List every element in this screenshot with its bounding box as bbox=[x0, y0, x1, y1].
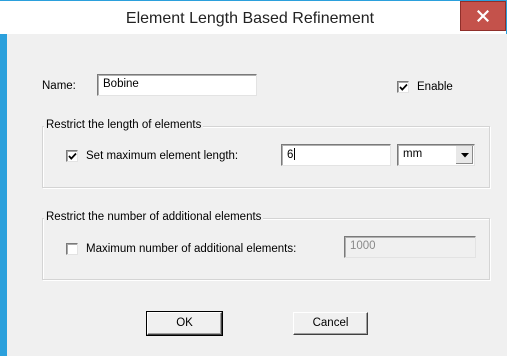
enable-checkbox[interactable] bbox=[397, 81, 409, 93]
max-number-checkbox[interactable] bbox=[66, 243, 78, 255]
max-length-checkbox[interactable] bbox=[66, 150, 78, 162]
max-length-label: Set maximum element length: bbox=[86, 150, 239, 162]
ok-button[interactable]: OK bbox=[147, 312, 222, 335]
enable-label: Enable bbox=[417, 81, 453, 93]
max-number-label: Maximum number of additional elements: bbox=[86, 243, 297, 255]
close-button[interactable] bbox=[460, 1, 506, 31]
close-icon bbox=[477, 10, 489, 22]
max-number-input[interactable]: 1000 bbox=[344, 236, 476, 258]
dialog-window: Element Length Based Refinement Name: Bo… bbox=[0, 0, 507, 356]
dialog-client-area: Name: Bobine Enable Restrict the length … bbox=[7, 34, 507, 356]
unit-select-value: mm bbox=[403, 148, 423, 160]
text-cursor bbox=[294, 148, 296, 160]
unit-select[interactable]: mm bbox=[397, 144, 475, 166]
name-label: Name: bbox=[42, 80, 76, 92]
max-length-value: 6 bbox=[287, 149, 294, 161]
max-length-input[interactable]: 6 bbox=[281, 144, 391, 166]
name-input[interactable]: Bobine bbox=[97, 74, 257, 96]
chevron-down-icon[interactable] bbox=[455, 146, 473, 164]
window-title: Element Length Based Refinement bbox=[125, 10, 375, 27]
title-bar[interactable]: Element Length Based Refinement bbox=[0, 0, 507, 34]
cancel-button[interactable]: Cancel bbox=[293, 312, 368, 335]
length-group-legend: Restrict the length of elements bbox=[44, 119, 204, 131]
number-group-legend: Restrict the number of additional elemen… bbox=[44, 211, 264, 223]
